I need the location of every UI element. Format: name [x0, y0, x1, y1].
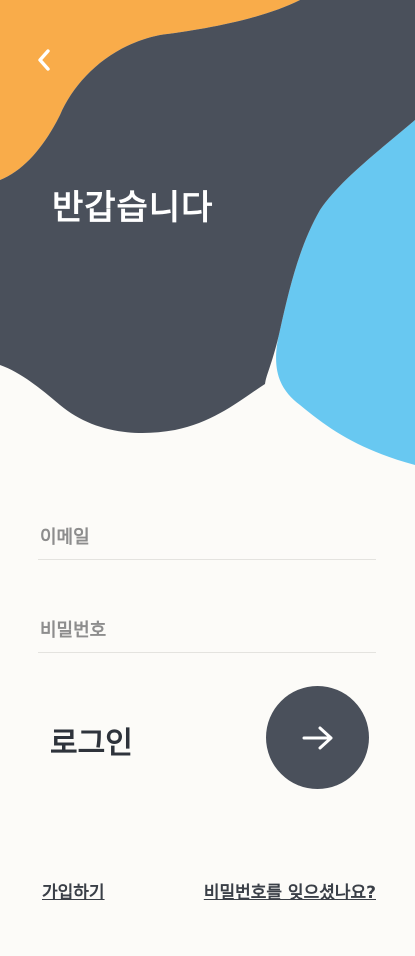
email-field-wrapper [38, 515, 376, 560]
back-button[interactable] [28, 44, 60, 76]
page-title: 반갑습니다 [52, 188, 214, 228]
background-blobs [0, 0, 415, 465]
login-label: 로그인 [50, 726, 133, 761]
login-screen: 반갑습니다 로그인 가입하기 비밀번호를 잊으셨나요? [0, 0, 415, 956]
password-field[interactable] [38, 608, 376, 652]
signup-link[interactable]: 가입하기 [42, 878, 105, 903]
login-submit-button[interactable] [266, 686, 369, 789]
chevron-left-icon [38, 49, 50, 71]
password-field-wrapper [38, 608, 376, 653]
arrow-right-icon [302, 726, 332, 749]
email-field[interactable] [38, 515, 376, 559]
forgot-password-link[interactable]: 비밀번호를 잊으셨나요? [204, 878, 376, 903]
